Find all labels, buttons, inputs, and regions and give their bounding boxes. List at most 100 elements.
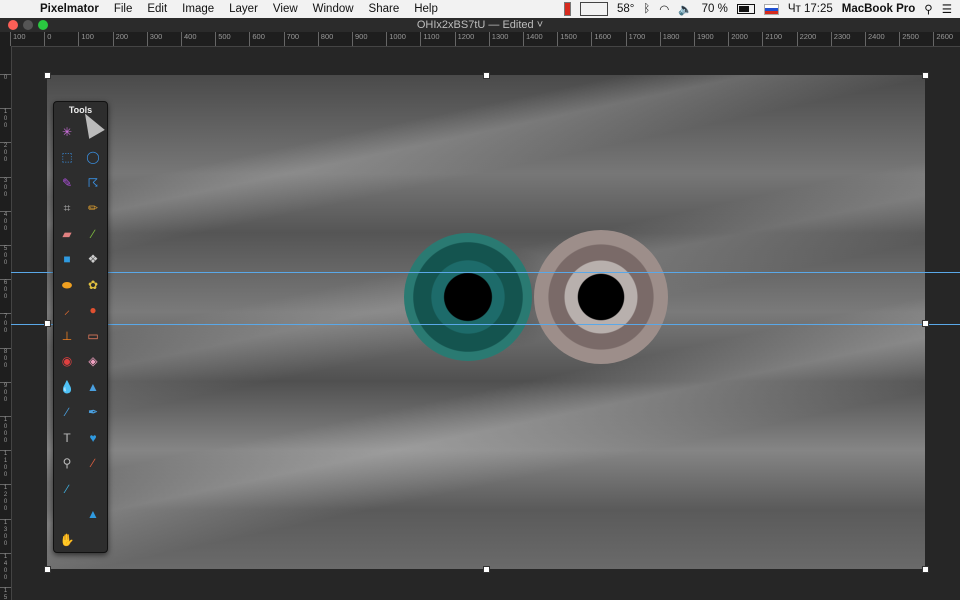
ruler-tick-label: 400 <box>0 210 11 233</box>
shape-icon[interactable]: ■ <box>54 247 80 273</box>
color-brush-icon[interactable]: ∕ <box>80 451 106 477</box>
sponge-icon[interactable]: ⬬ <box>54 272 80 298</box>
green-valve-seal <box>404 233 532 361</box>
pencil-icon[interactable]: ∕ <box>80 221 106 247</box>
type-icon[interactable]: T <box>54 425 80 451</box>
resize-handle-bottom[interactable] <box>483 566 490 573</box>
ruler-tick-label: 900 <box>0 381 11 404</box>
ruler-tick-label: 800 <box>317 32 333 46</box>
horizontal-ruler[interactable]: 100 0 100 200 300 400 500 600 700 800 900 1000 1100 1… <box>0 32 960 47</box>
memory-meter-icon[interactable] <box>579 2 608 16</box>
brown-valve-seal <box>534 230 668 364</box>
clock[interactable]: Чт 17:25 <box>788 3 833 15</box>
smudge-icon[interactable]: ∕ <box>54 476 80 502</box>
ellipse-select-icon[interactable]: ◯ <box>80 145 106 171</box>
menu-app-name[interactable]: Pixelmator <box>40 3 99 15</box>
red-eye-icon[interactable]: ◉ <box>54 349 80 375</box>
ruler-tick-label: 300 <box>146 32 162 46</box>
hand-icon[interactable]: ✋ <box>54 527 80 553</box>
machine-name[interactable]: MacBook Pro <box>842 3 916 15</box>
ruler-tick-label: 1200 <box>0 484 11 513</box>
battery-icon[interactable] <box>736 4 755 14</box>
resize-handle-bottom-right[interactable] <box>922 566 929 573</box>
menu-bar: Pixelmator File Edit Image Layer View Wi… <box>0 0 960 18</box>
menu-layer[interactable]: Layer <box>229 3 258 15</box>
ruler-tick-label: 100 <box>10 32 26 46</box>
ruler-tick-label: 500 <box>0 245 11 267</box>
eraser-alt-icon[interactable]: ◈ <box>80 349 106 375</box>
ruler-tick-label: 1100 <box>420 32 440 46</box>
cpu-meter-icon[interactable] <box>563 2 571 16</box>
rect-select-icon[interactable]: ⬚ <box>54 145 80 171</box>
ruler-tick-label: 1700 <box>625 32 645 46</box>
input-source-flag-icon[interactable] <box>763 3 779 15</box>
crop-icon[interactable]: ⌗ <box>54 196 80 222</box>
freeform-pen-icon[interactable]: ✒ <box>80 400 106 426</box>
blur-icon[interactable]: 💧 <box>54 374 80 400</box>
resize-handle-top-right[interactable] <box>922 72 929 79</box>
brush-icon[interactable]: ⸝ <box>54 298 80 324</box>
clone-icon[interactable]: ⊥ <box>54 323 80 349</box>
lasso-icon[interactable]: ☈ <box>80 170 106 196</box>
zoom-icon[interactable]: ⚲ <box>54 451 80 477</box>
document-title[interactable]: OHIx2xBS7tU — Edited ˅ <box>0 18 960 32</box>
battery-percent[interactable]: 70 % <box>702 3 728 15</box>
notification-center-icon[interactable]: ☰ <box>942 2 952 16</box>
paint-bucket-icon[interactable]: ✿ <box>80 272 106 298</box>
ruler-tick-label: 1400 <box>523 32 543 46</box>
ruler-tick-label: 2000 <box>728 32 748 46</box>
menu-image[interactable]: Image <box>182 3 214 15</box>
heart-shape-icon[interactable]: ♥ <box>80 425 106 451</box>
menu-window[interactable]: Window <box>313 3 354 15</box>
ruler-tick-label: 1300 <box>488 32 508 46</box>
ruler-tick-label: 500 <box>215 32 231 46</box>
tools-panel: Tools ✳ ⬚ ◯ ✎ ☈ ⌗ ✏ ▰ ∕ ■ ❖ ⬬ ✿ ⸝ ● ⊥ ▭ ◉ ◈ 💧 ▲ ∕ ✒ T ♥ ⚲ ∕ ∕ ▲ ✋ <box>53 101 108 553</box>
ruler-tick-label: 1200 <box>454 32 474 46</box>
menu-file[interactable]: File <box>114 3 133 15</box>
stamp-icon[interactable]: ❖ <box>80 247 106 273</box>
ruler-tick-label: 200 <box>0 142 11 164</box>
ruler-tick-label: 2200 <box>796 32 816 46</box>
ruler-tick-label: 700 <box>283 32 299 46</box>
ruler-tick-label: 1100 <box>0 450 11 479</box>
ruler-tick-label: 100 <box>78 32 94 46</box>
healing-icon[interactable]: ▭ <box>80 323 106 349</box>
horizontal-guide[interactable] <box>11 272 960 273</box>
resize-handle-top[interactable] <box>483 72 490 79</box>
resize-handle-left[interactable] <box>44 320 51 327</box>
menu-share[interactable]: Share <box>369 3 400 15</box>
menu-edit[interactable]: Edit <box>147 3 167 15</box>
ruler-tick-label: 2600 <box>933 32 953 46</box>
resize-handle-bottom-left[interactable] <box>44 566 51 573</box>
wifi-icon[interactable]: ◠ <box>659 2 669 16</box>
bluetooth-icon[interactable]: ᛒ <box>643 3 650 15</box>
resize-handle-right[interactable] <box>922 320 929 327</box>
status-area: 58° ᛒ ◠ 🔈 70 % Чт 17:25 MacBook Pro ⚲ ☰ <box>563 0 952 18</box>
canvas-image[interactable] <box>47 75 925 569</box>
eraser-icon[interactable]: ▰ <box>54 221 80 247</box>
spotlight-icon[interactable]: ⚲ <box>924 2 932 16</box>
ruler-tick-label: 0 <box>44 32 51 46</box>
temperature-readout[interactable]: 58° <box>617 3 634 15</box>
menu-view[interactable]: View <box>273 3 298 15</box>
horizontal-guide[interactable] <box>11 324 960 325</box>
ruler-tick-label: 200 <box>112 32 128 46</box>
eyedropper-icon[interactable]: ✏ <box>80 196 106 222</box>
tool-spacer-2 <box>80 476 106 502</box>
magic-wand-icon[interactable]: ✳ <box>54 119 80 145</box>
magnetic-lasso-icon[interactable]: ✎ <box>54 170 80 196</box>
ruler-tick-label: 1400 <box>0 552 11 582</box>
ruler-tick-label: 600 <box>249 32 265 46</box>
resize-handle-top-left[interactable] <box>44 72 51 79</box>
triangle-shape-icon[interactable]: ▲ <box>80 502 106 528</box>
menu-help[interactable]: Help <box>414 3 438 15</box>
sharpen-icon[interactable]: ▲ <box>80 374 106 400</box>
ruler-tick-label: 2400 <box>865 32 885 46</box>
vertical-ruler[interactable]: 0 100 200 300 400 500 600 700 800 900 1000 1100 1200… <box>0 46 12 600</box>
burn-icon[interactable]: ● <box>80 298 106 324</box>
ruler-tick-label: 2100 <box>762 32 782 46</box>
ruler-tick-label: 700 <box>0 313 11 335</box>
window-titlebar: OHIx2xBS7tU — Edited ˅ <box>0 18 960 32</box>
pen-icon[interactable]: ∕ <box>54 400 80 426</box>
volume-icon[interactable]: 🔈 <box>678 2 692 16</box>
